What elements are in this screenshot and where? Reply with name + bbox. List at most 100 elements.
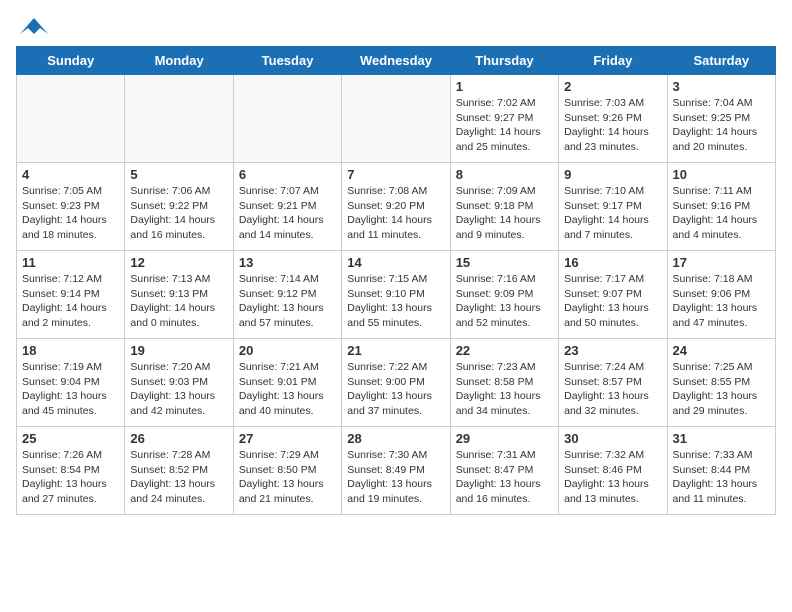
day-number: 13 [239, 255, 336, 270]
calendar-cell: 22 Sunrise: 7:23 AM Sunset: 8:58 PM Dayli… [450, 339, 558, 427]
calendar-cell: 31 Sunrise: 7:33 AM Sunset: 8:44 PM Dayli… [667, 427, 775, 515]
day-info: Sunrise: 7:15 AM Sunset: 9:10 PM Dayligh… [347, 272, 444, 331]
day-number: 8 [456, 167, 553, 182]
calendar-week-row: 18Sunrise: 7:19 AM Sunset: 9:04 PM Dayli… [17, 339, 776, 427]
day-number: 30 [564, 431, 661, 446]
day-info: Sunrise: 7:29 AM Sunset: 8:50 PM Dayligh… [239, 448, 336, 507]
weekday-header: Friday [559, 47, 667, 75]
day-info: Sunrise: 7:06 AM Sunset: 9:22 PM Dayligh… [130, 184, 227, 243]
day-info: Sunrise: 7:11 AM Sunset: 9:16 PM Dayligh… [673, 184, 770, 243]
calendar-cell: 5 Sunrise: 7:06 AM Sunset: 9:22 PM Daylig… [125, 163, 233, 251]
day-number: 23 [564, 343, 661, 358]
calendar-cell: 15 Sunrise: 7:16 AM Sunset: 9:09 PM Dayli… [450, 251, 558, 339]
day-number: 16 [564, 255, 661, 270]
day-info: Sunrise: 7:33 AM Sunset: 8:44 PM Dayligh… [673, 448, 770, 507]
day-info: Sunrise: 7:30 AM Sunset: 8:49 PM Dayligh… [347, 448, 444, 507]
day-info: Sunrise: 7:31 AM Sunset: 8:47 PM Dayligh… [456, 448, 553, 507]
day-number: 17 [673, 255, 770, 270]
day-info: Sunrise: 7:22 AM Sunset: 9:00 PM Dayligh… [347, 360, 444, 419]
day-number: 2 [564, 79, 661, 94]
weekday-header: Sunday [17, 47, 125, 75]
calendar-cell: 13 Sunrise: 7:14 AM Sunset: 9:12 PM Dayli… [233, 251, 341, 339]
calendar-cell: 2 Sunrise: 7:03 AM Sunset: 9:26 PM Daylig… [559, 75, 667, 163]
calendar-cell [17, 75, 125, 163]
day-number: 7 [347, 167, 444, 182]
day-info: Sunrise: 7:16 AM Sunset: 9:09 PM Dayligh… [456, 272, 553, 331]
day-info: Sunrise: 7:32 AM Sunset: 8:46 PM Dayligh… [564, 448, 661, 507]
day-number: 31 [673, 431, 770, 446]
day-info: Sunrise: 7:26 AM Sunset: 8:54 PM Dayligh… [22, 448, 119, 507]
calendar-cell: 29 Sunrise: 7:31 AM Sunset: 8:47 PM Dayli… [450, 427, 558, 515]
calendar-week-row: 25 Sunrise: 7:26 AM Sunset: 8:54 PM Dayli… [17, 427, 776, 515]
day-number: 27 [239, 431, 336, 446]
day-number: 4 [22, 167, 119, 182]
day-number: 10 [673, 167, 770, 182]
day-number: 29 [456, 431, 553, 446]
day-number: 20 [239, 343, 336, 358]
calendar-cell: 1 Sunrise: 7:02 AM Sunset: 9:27 PM Daylig… [450, 75, 558, 163]
calendar-cell: 17 Sunrise: 7:18 AM Sunset: 9:06 PM Dayli… [667, 251, 775, 339]
weekday-header: Saturday [667, 47, 775, 75]
calendar-cell: 10 Sunrise: 7:11 AM Sunset: 9:16 PM Dayli… [667, 163, 775, 251]
weekday-header: Tuesday [233, 47, 341, 75]
weekday-header: Monday [125, 47, 233, 75]
calendar-cell: 8 Sunrise: 7:09 AM Sunset: 9:18 PM Daylig… [450, 163, 558, 251]
calendar-cell: 24Sunrise: 7:25 AM Sunset: 8:55 PM Dayli… [667, 339, 775, 427]
calendar-table: SundayMondayTuesdayWednesdayThursdayFrid… [16, 46, 776, 515]
day-info: Sunrise: 7:04 AM Sunset: 9:25 PM Dayligh… [673, 96, 770, 155]
day-info: Sunrise: 7:08 AM Sunset: 9:20 PM Dayligh… [347, 184, 444, 243]
day-number: 15 [456, 255, 553, 270]
calendar-cell: 27 Sunrise: 7:29 AM Sunset: 8:50 PM Dayli… [233, 427, 341, 515]
day-info: Sunrise: 7:24 AM Sunset: 8:57 PM Dayligh… [564, 360, 661, 419]
day-info: Sunrise: 7:02 AM Sunset: 9:27 PM Dayligh… [456, 96, 553, 155]
weekday-header: Wednesday [342, 47, 450, 75]
logo [16, 16, 48, 38]
day-number: 24 [673, 343, 770, 358]
calendar-cell: 19Sunrise: 7:20 AM Sunset: 9:03 PM Dayli… [125, 339, 233, 427]
calendar-cell: 14 Sunrise: 7:15 AM Sunset: 9:10 PM Dayli… [342, 251, 450, 339]
day-info: Sunrise: 7:03 AM Sunset: 9:26 PM Dayligh… [564, 96, 661, 155]
calendar-cell: 18Sunrise: 7:19 AM Sunset: 9:04 PM Dayli… [17, 339, 125, 427]
day-number: 25 [22, 431, 119, 446]
calendar-cell: 25 Sunrise: 7:26 AM Sunset: 8:54 PM Dayli… [17, 427, 125, 515]
calendar-cell [233, 75, 341, 163]
day-number: 19 [130, 343, 227, 358]
day-number: 9 [564, 167, 661, 182]
day-number: 14 [347, 255, 444, 270]
day-info: Sunrise: 7:10 AM Sunset: 9:17 PM Dayligh… [564, 184, 661, 243]
calendar-cell: 30 Sunrise: 7:32 AM Sunset: 8:46 PM Dayli… [559, 427, 667, 515]
day-info: Sunrise: 7:28 AM Sunset: 8:52 PM Dayligh… [130, 448, 227, 507]
day-info: Sunrise: 7:05 AM Sunset: 9:23 PM Dayligh… [22, 184, 119, 243]
calendar-cell: 26 Sunrise: 7:28 AM Sunset: 8:52 PM Dayli… [125, 427, 233, 515]
calendar-week-row: 11Sunrise: 7:12 AM Sunset: 9:14 PM Dayli… [17, 251, 776, 339]
calendar-cell: 21 Sunrise: 7:22 AM Sunset: 9:00 PM Dayli… [342, 339, 450, 427]
day-number: 22 [456, 343, 553, 358]
weekday-header: Thursday [450, 47, 558, 75]
day-info: Sunrise: 7:23 AM Sunset: 8:58 PM Dayligh… [456, 360, 553, 419]
calendar-header-row: SundayMondayTuesdayWednesdayThursdayFrid… [17, 47, 776, 75]
page-header [16, 16, 776, 38]
day-info: Sunrise: 7:21 AM Sunset: 9:01 PM Dayligh… [239, 360, 336, 419]
calendar-cell: 7 Sunrise: 7:08 AM Sunset: 9:20 PM Daylig… [342, 163, 450, 251]
day-number: 21 [347, 343, 444, 358]
calendar-cell [342, 75, 450, 163]
calendar-cell: 12Sunrise: 7:13 AM Sunset: 9:13 PM Dayli… [125, 251, 233, 339]
day-info: Sunrise: 7:17 AM Sunset: 9:07 PM Dayligh… [564, 272, 661, 331]
calendar-cell [125, 75, 233, 163]
day-info: Sunrise: 7:09 AM Sunset: 9:18 PM Dayligh… [456, 184, 553, 243]
day-number: 6 [239, 167, 336, 182]
calendar-cell: 11Sunrise: 7:12 AM Sunset: 9:14 PM Dayli… [17, 251, 125, 339]
day-number: 5 [130, 167, 227, 182]
logo-bird-icon [20, 16, 48, 38]
day-info: Sunrise: 7:18 AM Sunset: 9:06 PM Dayligh… [673, 272, 770, 331]
day-number: 26 [130, 431, 227, 446]
calendar-week-row: 1 Sunrise: 7:02 AM Sunset: 9:27 PM Daylig… [17, 75, 776, 163]
calendar-week-row: 4 Sunrise: 7:05 AM Sunset: 9:23 PM Daylig… [17, 163, 776, 251]
day-info: Sunrise: 7:14 AM Sunset: 9:12 PM Dayligh… [239, 272, 336, 331]
day-number: 18 [22, 343, 119, 358]
day-info: Sunrise: 7:07 AM Sunset: 9:21 PM Dayligh… [239, 184, 336, 243]
day-info: Sunrise: 7:13 AM Sunset: 9:13 PM Dayligh… [130, 272, 227, 331]
calendar-cell: 23 Sunrise: 7:24 AM Sunset: 8:57 PM Dayli… [559, 339, 667, 427]
day-number: 1 [456, 79, 553, 94]
day-number: 28 [347, 431, 444, 446]
